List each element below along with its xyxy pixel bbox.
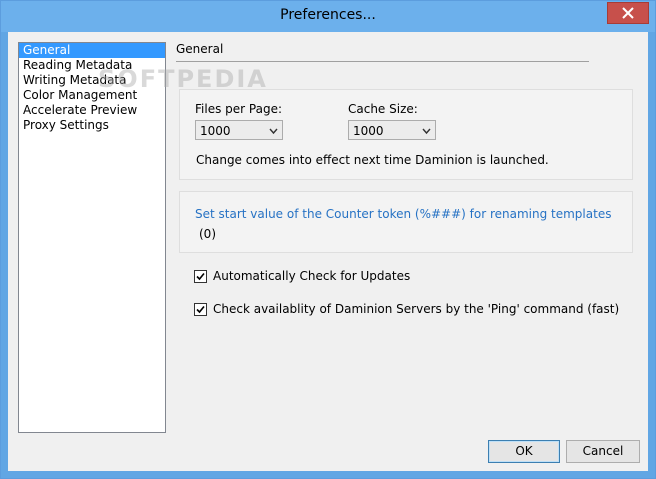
chevron-down-icon — [269, 121, 278, 147]
files-per-page-select[interactable]: 1000 — [195, 120, 283, 140]
close-button[interactable] — [607, 2, 649, 24]
restart-note: Change comes into effect next time Damin… — [196, 153, 549, 167]
nav-item-accelerate-preview[interactable]: Accelerate Preview — [19, 103, 165, 118]
preferences-window: Preferences... General Reading Metadata … — [0, 0, 656, 479]
ok-button[interactable]: OK — [488, 440, 560, 463]
nav-item-proxy-settings[interactable]: Proxy Settings — [19, 118, 165, 133]
ping-servers-checkbox[interactable] — [194, 303, 207, 316]
auto-update-checkbox[interactable] — [194, 270, 207, 283]
close-icon — [622, 7, 634, 19]
cancel-button[interactable]: Cancel — [566, 440, 640, 463]
category-list[interactable]: General Reading Metadata Writing Metadat… — [18, 42, 166, 433]
cache-size-label: Cache Size: — [348, 102, 418, 116]
files-per-page-value: 1000 — [200, 124, 231, 138]
check-icon — [196, 305, 205, 314]
title-bar[interactable]: Preferences... — [1, 1, 655, 32]
section-title: General — [176, 42, 224, 56]
files-per-page-label: Files per Page: — [195, 102, 282, 116]
counter-token-link[interactable]: Set start value of the Counter token (%#… — [195, 207, 611, 221]
auto-update-label[interactable]: Automatically Check for Updates — [213, 269, 410, 283]
counter-value: (0) — [199, 227, 216, 241]
paging-cache-group: Files per Page: 1000 Cache Size: 1000 Ch… — [179, 89, 633, 180]
nav-item-general[interactable]: General — [19, 43, 165, 58]
dialog-body: General Reading Metadata Writing Metadat… — [8, 32, 648, 471]
counter-group: Set start value of the Counter token (%#… — [179, 191, 633, 253]
section-divider — [176, 61, 589, 62]
check-icon — [196, 272, 205, 281]
chevron-down-icon — [422, 121, 431, 147]
cache-size-select[interactable]: 1000 — [348, 120, 436, 140]
cache-size-value: 1000 — [353, 124, 384, 138]
window-title: Preferences... — [280, 7, 376, 23]
ping-servers-label[interactable]: Check availablity of Daminion Servers by… — [213, 302, 619, 316]
